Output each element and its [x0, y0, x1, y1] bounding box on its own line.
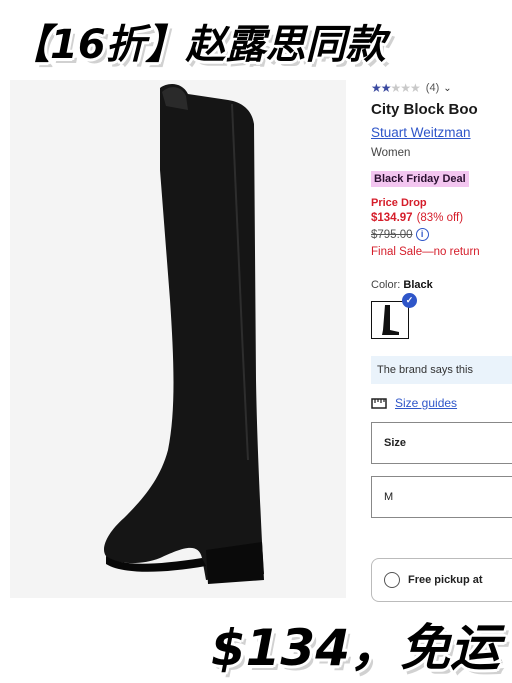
radio-icon[interactable] [384, 572, 400, 588]
size-select[interactable]: Size [371, 422, 512, 464]
size-value-select[interactable]: M [371, 476, 512, 518]
rating-row[interactable]: ★★★★★ (4) ⌄ [371, 78, 512, 98]
sale-price: $134.97 [371, 212, 413, 224]
size-select-label: Size [384, 437, 407, 449]
promo-price-overlay: $134，免运 [210, 619, 500, 677]
boot-swatch-icon [382, 305, 399, 335]
star-rating-icon: ★★★★★ [371, 81, 421, 95]
discount-percent: (83% off) [416, 212, 464, 224]
review-count[interactable]: (4) [426, 82, 439, 94]
promo-title-overlay: 【16折】赵露思同款 [10, 22, 386, 68]
size-guides-link[interactable]: Size guides [395, 396, 457, 410]
deal-badge: Black Friday Deal [371, 171, 469, 187]
chevron-down-icon[interactable]: ⌄ [443, 83, 451, 94]
pickup-label: Free pickup at [408, 574, 483, 586]
product-info-panel: ★★★★★ (4) ⌄ City Block Boo Stuart Weitzm… [371, 78, 512, 608]
color-swatch-black[interactable]: ✓ [371, 293, 417, 339]
size-guides-row[interactable]: Size guides [371, 396, 512, 410]
price-drop-label: Price Drop [371, 197, 427, 209]
original-price: $795.00 [371, 228, 413, 241]
size-select-value: M [384, 491, 394, 503]
price-row: $134.97 (83% off) [371, 212, 512, 224]
ruler-icon [371, 398, 387, 409]
color-label: Color: [371, 279, 401, 291]
color-value: Black [403, 279, 433, 291]
original-price-row: $795.00 i [371, 228, 512, 241]
final-sale-notice: Final Sale—no return [371, 246, 480, 258]
pickup-option[interactable]: Free pickup at [371, 558, 512, 602]
product-title: City Block Boo [371, 101, 478, 118]
check-icon: ✓ [402, 293, 417, 308]
product-image[interactable] [10, 80, 346, 598]
boot-illustration [10, 80, 346, 598]
info-icon[interactable]: i [415, 228, 429, 241]
color-row: Color: Black [371, 279, 512, 291]
brand-link[interactable]: Stuart Weitzman [371, 125, 471, 140]
gender-label: Women [371, 147, 411, 159]
brand-says-banner: The brand says this [371, 356, 512, 384]
